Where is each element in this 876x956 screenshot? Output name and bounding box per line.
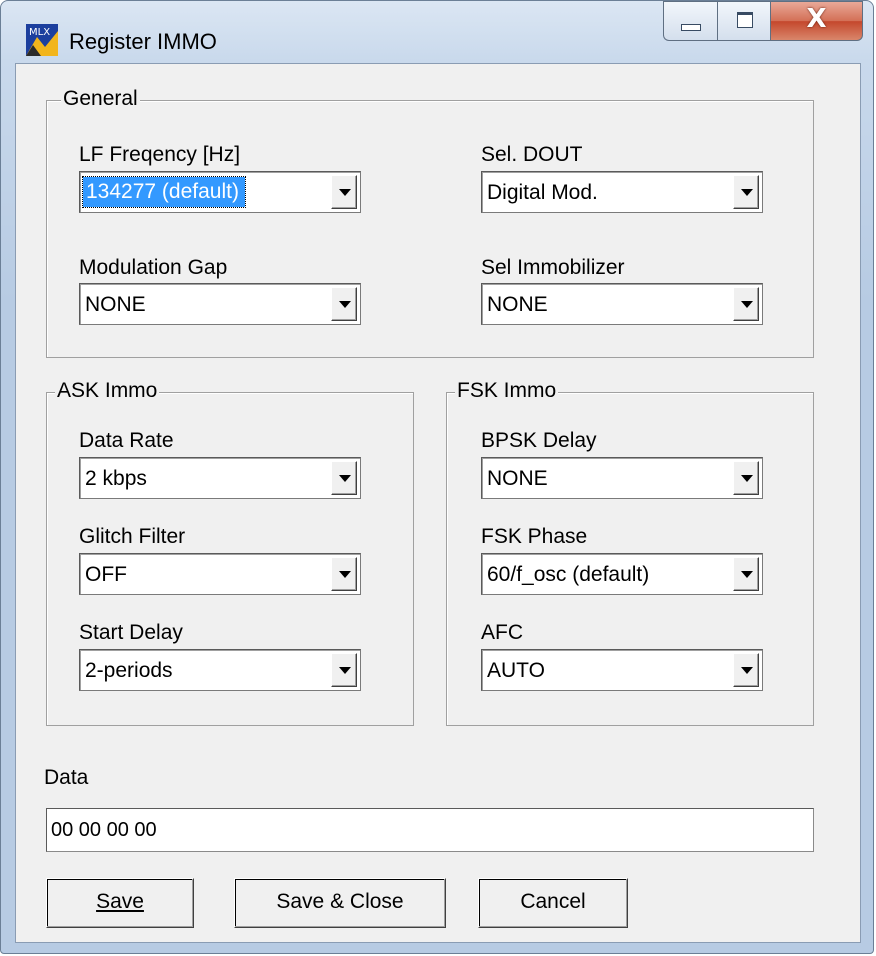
maximize-icon <box>737 12 753 28</box>
svg-text:MLX: MLX <box>29 27 50 38</box>
save-close-button[interactable]: Save & Close <box>234 878 446 928</box>
ask-immo-group: ASK Immo Data Rate 2 kbps Glitch Filter … <box>46 379 414 726</box>
cancel-button-label: Cancel <box>520 890 586 913</box>
chevron-down-icon[interactable] <box>331 287 357 321</box>
minimize-icon <box>681 24 701 31</box>
sel-dout-value: Digital Mod. <box>487 181 598 204</box>
save-button[interactable]: Save <box>46 878 194 928</box>
start-delay-select[interactable]: 2-periods <box>79 649 361 691</box>
cancel-button[interactable]: Cancel <box>478 878 628 928</box>
close-icon: X <box>806 4 827 34</box>
chevron-down-icon[interactable] <box>733 653 759 687</box>
lf-frequency-value: 134277 (default) <box>82 176 246 208</box>
modulation-gap-label: Modulation Gap <box>79 256 228 279</box>
maximize-button[interactable] <box>717 1 771 41</box>
save-button-label: Save <box>96 890 144 913</box>
chevron-down-icon[interactable] <box>733 461 759 495</box>
data-input-value: 00 00 00 00 <box>51 819 157 841</box>
fsk-phase-label: FSK Phase <box>481 525 588 548</box>
glitch-filter-label: Glitch Filter <box>79 525 186 548</box>
sel-immobilizer-value: NONE <box>487 293 548 316</box>
modulation-gap-select[interactable]: NONE <box>79 283 361 325</box>
sel-immobilizer-select[interactable]: NONE <box>481 283 763 325</box>
start-delay-label: Start Delay <box>79 621 183 644</box>
window-title: Register IMMO <box>69 29 217 54</box>
fsk-phase-select[interactable]: 60/f_osc (default) <box>481 553 763 595</box>
sel-dout-label: Sel. DOUT <box>481 143 583 166</box>
chevron-down-icon[interactable] <box>331 461 357 495</box>
afc-label: AFC <box>481 621 523 644</box>
fsk-immo-group: FSK Immo BPSK Delay NONE FSK Phase 60/f_… <box>446 379 814 726</box>
glitch-filter-select[interactable]: OFF <box>79 553 361 595</box>
data-rate-label: Data Rate <box>79 429 174 452</box>
chevron-down-icon[interactable] <box>733 175 759 209</box>
data-input[interactable]: 00 00 00 00 <box>46 808 814 852</box>
data-label: Data <box>44 766 89 789</box>
ask-immo-group-title: ASK Immo <box>55 379 160 403</box>
sel-immobilizer-label: Sel Immobilizer <box>481 256 625 279</box>
dialog-window: MLX Register IMMO X General LF Freqency … <box>0 0 874 954</box>
bpsk-delay-label: BPSK Delay <box>481 429 597 452</box>
afc-select[interactable]: AUTO <box>481 649 763 691</box>
data-rate-select[interactable]: 2 kbps <box>79 457 361 499</box>
chevron-down-icon[interactable] <box>331 557 357 591</box>
chevron-down-icon[interactable] <box>733 557 759 591</box>
app-icon: MLX <box>26 24 58 56</box>
bpsk-delay-select[interactable]: NONE <box>481 457 763 499</box>
minimize-button[interactable] <box>663 1 717 41</box>
sel-dout-select[interactable]: Digital Mod. <box>481 171 763 213</box>
fsk-immo-group-title: FSK Immo <box>455 379 559 403</box>
afc-value: AUTO <box>487 659 545 682</box>
lf-frequency-label: LF Freqency [Hz] <box>79 143 241 166</box>
general-group-title: General <box>61 87 140 111</box>
fsk-phase-value: 60/f_osc (default) <box>487 563 650 586</box>
title-bar[interactable]: MLX Register IMMO X <box>1 1 873 63</box>
save-close-button-label: Save & Close <box>276 890 404 913</box>
start-delay-value: 2-periods <box>85 659 173 682</box>
dialog-client-area: General LF Freqency [Hz] 134277 (default… <box>15 63 861 943</box>
close-button[interactable]: X <box>771 1 863 41</box>
chevron-down-icon[interactable] <box>733 287 759 321</box>
chevron-down-icon[interactable] <box>331 653 357 687</box>
bpsk-delay-value: NONE <box>487 467 548 490</box>
modulation-gap-value: NONE <box>85 293 146 316</box>
chevron-down-icon[interactable] <box>331 175 357 209</box>
general-group: General LF Freqency [Hz] 134277 (default… <box>46 87 814 358</box>
glitch-filter-value: OFF <box>85 563 127 586</box>
data-rate-value: 2 kbps <box>85 467 147 490</box>
lf-frequency-select[interactable]: 134277 (default) <box>79 171 361 213</box>
